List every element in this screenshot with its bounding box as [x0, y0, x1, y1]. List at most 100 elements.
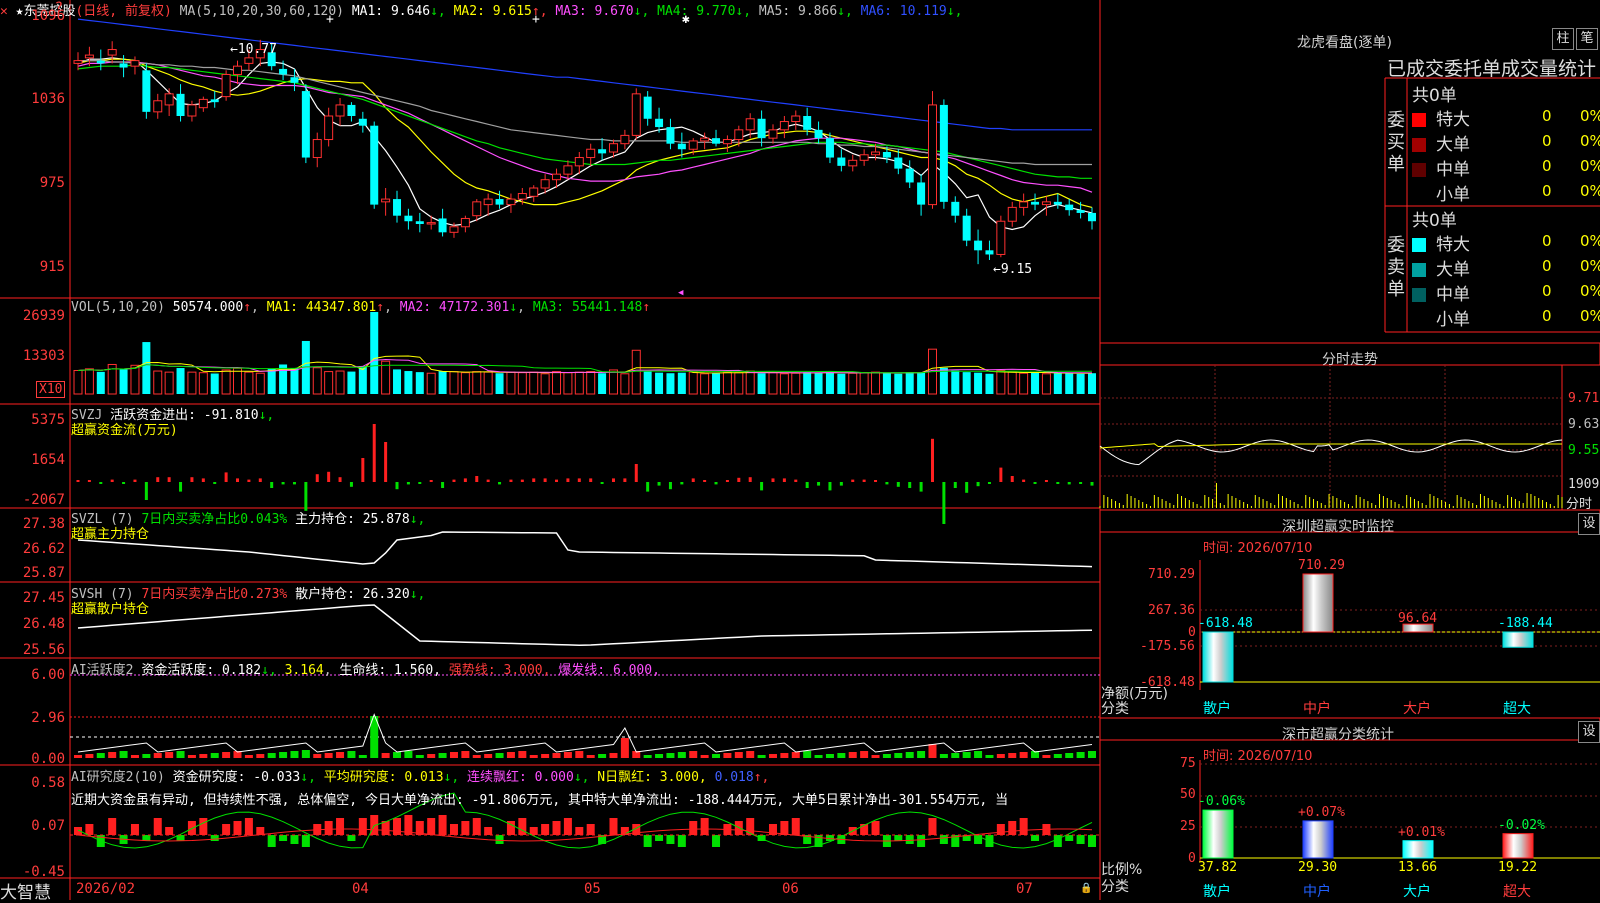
research-bar: [290, 835, 299, 844]
activity-bar: [985, 755, 994, 758]
activity-bar: [96, 753, 105, 758]
activity-bar: [643, 755, 652, 758]
fund-flow-bar: [782, 478, 786, 482]
fund-flow-bar: [361, 458, 365, 482]
fund-flow-bar: [760, 482, 764, 491]
fund-flow-bar: [236, 478, 240, 482]
monitor-settings-button[interactable]: 设: [1578, 513, 1600, 535]
event-marker-icon[interactable]: ✱: [682, 12, 690, 27]
activity-bar: [666, 753, 675, 758]
research-bar: [1008, 821, 1017, 835]
fund-flow-bar: [338, 477, 342, 482]
fund-flow-bar: [794, 479, 798, 482]
volume-bar: [1076, 373, 1085, 394]
stat-settings-button[interactable]: 设: [1578, 721, 1600, 743]
volume-bar: [529, 371, 539, 395]
candle-body: [1041, 201, 1051, 206]
candle-body: [438, 218, 447, 233]
candle-body: [598, 149, 607, 154]
volume-bar: [381, 360, 391, 395]
activity-bar: [1076, 752, 1085, 758]
activity-bar: [176, 751, 185, 758]
vol-unit-badge[interactable]: X10: [36, 381, 66, 398]
candle-body: [814, 129, 823, 139]
ma-indicator: MA3: 9.670: [555, 4, 634, 19]
activity-bar: [153, 753, 162, 758]
brand-logo[interactable]: 大智慧: [0, 878, 51, 903]
activity-bar: [324, 753, 333, 758]
sell-order-row: 特大: [1412, 230, 1470, 255]
stat-bar: [1402, 840, 1434, 859]
activity-bar: [951, 753, 960, 758]
fund-flow-bar: [953, 482, 957, 488]
activity-bar: [1008, 753, 1017, 758]
stat-time: 时间: 2026/07/10: [1203, 749, 1313, 764]
max-price-label: ←10.77: [230, 42, 277, 57]
vol-ma3: MA3: 55441.148: [532, 300, 643, 315]
buy-order-row: 大单: [1412, 130, 1470, 155]
candle-body: [688, 140, 698, 150]
chart-mode[interactable]: (日线, 前复权): [75, 4, 171, 19]
lock-icon[interactable]: 🔒: [1080, 883, 1092, 894]
volume-bar: [483, 371, 493, 395]
candle-body: [905, 168, 914, 183]
candle-body: [404, 215, 413, 222]
candle-body: [449, 226, 459, 233]
candle-body: [107, 49, 117, 56]
price-header: ✕ ★东莞控股(日线, 前复权) MA(5,10,20,30,60,120) M…: [0, 0, 962, 19]
candle-body: [974, 240, 983, 251]
vol-ma2-arrow: ↓: [509, 300, 518, 315]
order-percent: 0%: [1580, 182, 1600, 200]
candle-body: [381, 198, 391, 203]
candle-body: [495, 199, 504, 205]
order-count: 0: [1542, 157, 1552, 175]
fund-flow-bar: [315, 474, 319, 482]
fund-flow-bar: [885, 482, 889, 485]
column-view-button[interactable]: 柱: [1552, 28, 1574, 50]
volume-bar: [233, 367, 243, 395]
volume-bar: [814, 372, 823, 394]
volume-bar: [370, 312, 379, 394]
svsh-axis-label: 25.56: [22, 642, 65, 658]
main-chart-canvas[interactable]: [0, 0, 1600, 900]
activity-bar: [85, 754, 94, 758]
svzj-axis-label: 1654: [31, 452, 65, 468]
fund-flow-bar: [167, 477, 171, 482]
close-icon[interactable]: ✕: [0, 4, 8, 19]
scroll-marker-icon[interactable]: ◀: [678, 288, 683, 298]
candle-body: [119, 63, 128, 68]
fund-flow-bar: [874, 480, 878, 482]
research-bar: [552, 821, 561, 835]
volume-bar: [655, 372, 664, 394]
order-size-label: 特大: [1436, 110, 1470, 130]
activity-bar: [871, 755, 880, 758]
fund-flow-bar: [668, 482, 672, 490]
event-marker-icon[interactable]: +: [326, 12, 334, 27]
volume-bar: [563, 372, 573, 395]
fund-flow-bar: [999, 467, 1003, 482]
candle-body: [779, 121, 789, 131]
order-count: 0: [1542, 257, 1552, 275]
volume-bar: [996, 369, 1006, 395]
order-percent: 0%: [1580, 307, 1600, 325]
candle-body: [917, 182, 926, 205]
order-size-label: 大单: [1436, 260, 1470, 280]
svzj-axis-label: -2067: [22, 492, 65, 508]
candle-body: [426, 222, 436, 225]
activity-bar: [336, 752, 345, 758]
intraday-axis-label: 9.71: [1568, 391, 1600, 406]
fund-flow-bar: [942, 482, 946, 524]
volume-bar: [791, 372, 801, 395]
candle-body: [655, 118, 664, 128]
activity-bar: [723, 753, 732, 758]
activity-bar: [142, 754, 151, 758]
research-bar: [712, 835, 721, 847]
event-marker-icon[interactable]: +: [532, 12, 540, 27]
candle-body: [529, 187, 539, 197]
activity-bar: [712, 754, 721, 758]
research-bar: [939, 835, 948, 844]
svzl-subtitle: 超赢主力持仓: [71, 527, 150, 542]
tick-view-button[interactable]: 笔: [1576, 28, 1598, 50]
fund-flow-bar: [509, 479, 513, 482]
ai1-activity: 资金活跃度: 0.182: [141, 663, 262, 678]
